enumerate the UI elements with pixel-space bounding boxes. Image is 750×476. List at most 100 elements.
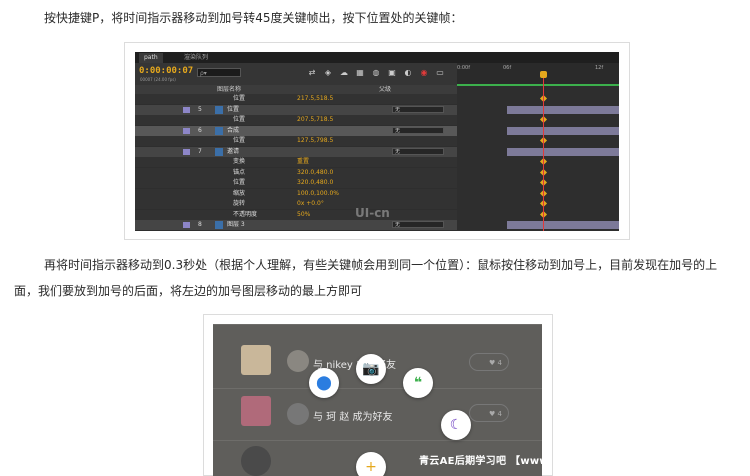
panel-tabs: path 渲染队列 <box>135 52 619 63</box>
property-value[interactable]: 0x +0.0° <box>297 199 324 209</box>
ruler-label-2: 12f <box>595 65 604 71</box>
property-row[interactable]: 缩放 100.0,100.0% <box>135 188 457 199</box>
property-value[interactable]: 100.0,100.0% <box>297 189 339 199</box>
like-count: 4 <box>497 410 502 418</box>
property-name[interactable]: 锚点 <box>233 168 245 178</box>
parent-select[interactable]: 无 <box>392 105 444 113</box>
shy-layers-icon[interactable]: ☁ <box>339 68 349 77</box>
time-indicator[interactable] <box>543 74 544 231</box>
graph-editor-icon[interactable]: ◐ <box>403 68 413 77</box>
timeline-track[interactable] <box>457 220 619 230</box>
property-name[interactable]: 缩放 <box>233 189 245 199</box>
property-row[interactable]: 不透明度 50% <box>135 209 457 220</box>
property-value[interactable]: 207.5,718.5 <box>297 115 333 125</box>
layer-thumbnail <box>215 147 223 156</box>
draft-3d-icon[interactable]: ◈ <box>323 68 333 77</box>
parent-header: 父级 <box>379 86 392 93</box>
plus-icon[interactable]: + <box>356 452 386 476</box>
timeline-track[interactable] <box>457 199 619 209</box>
property-name[interactable]: 位置 <box>233 178 245 188</box>
label-color-swatch[interactable] <box>183 222 190 228</box>
layer-name[interactable]: 邀请 <box>227 147 239 157</box>
frame-blending-icon[interactable]: ▦ <box>355 68 365 77</box>
render-icon[interactable]: ▭ <box>435 68 445 77</box>
layer-row[interactable]: 8 图层 3 无 <box>135 220 457 230</box>
search-input[interactable]: ρ▾ <box>197 68 241 77</box>
watermark-text: UI-cn <box>355 206 390 220</box>
property-value[interactable]: 217.5,518.5 <box>297 94 333 104</box>
property-name[interactable]: 变换 <box>233 157 245 167</box>
property-row[interactable]: 锚点 320.0,480.0 <box>135 167 457 178</box>
property-row[interactable]: 位置 320.0,480.0 <box>135 178 457 188</box>
moon-icon[interactable]: ☾ <box>441 410 471 440</box>
timeline-track[interactable] <box>457 115 619 125</box>
timeline-track[interactable] <box>457 157 619 167</box>
timeline-track[interactable] <box>457 105 619 115</box>
layer-row[interactable]: 7 邀请 无 <box>135 146 457 157</box>
small-avatar <box>287 350 309 372</box>
timeline-track[interactable] <box>457 210 619 220</box>
layer-duration-bar[interactable] <box>507 105 619 114</box>
time-indicator-handle[interactable] <box>540 71 547 78</box>
timeline-track[interactable] <box>457 168 619 178</box>
layer-name-header: 图层名称 <box>217 86 242 93</box>
layer-name[interactable]: 位置 <box>227 105 239 115</box>
camera-icon[interactable]: 📷 <box>356 354 386 384</box>
timecode[interactable]: 0:00:00:07 <box>139 66 193 76</box>
like-button[interactable]: ♥ 4 <box>469 404 509 422</box>
layer-duration-bar[interactable] <box>507 126 619 135</box>
timeline-track[interactable] <box>457 136 619 146</box>
motion-blur-icon[interactable]: ◍ <box>371 68 381 77</box>
layer-row[interactable]: 6 合成 无 <box>135 125 457 136</box>
quote-icon[interactable]: ❝ <box>403 368 433 398</box>
brainstorm-icon[interactable]: ▣ <box>387 68 397 77</box>
layer-name[interactable]: 合成 <box>227 126 239 136</box>
property-name[interactable]: 位置 <box>233 136 245 146</box>
ruler-label-0: 0:00f <box>457 65 470 71</box>
comp-mini-flowchart-icon[interactable]: ⇄ <box>307 68 317 77</box>
layer-name[interactable]: 图层 3 <box>227 220 245 230</box>
property-name[interactable]: 位置 <box>233 94 245 104</box>
property-row[interactable]: 位置 127.5,798.5 <box>135 136 457 146</box>
label-color-swatch[interactable] <box>183 127 190 134</box>
layer-duration-bar[interactable] <box>507 221 619 229</box>
property-row[interactable]: 位置 217.5,518.5 <box>135 94 457 104</box>
row-divider <box>213 388 542 389</box>
friend-text-2: 与 珂 赵 成为好友 <box>313 412 393 423</box>
timeline-track[interactable] <box>457 94 619 104</box>
stopwatch-icon[interactable]: ◉ <box>419 68 429 77</box>
property-row[interactable]: 旋转 0x +0.0° <box>135 199 457 209</box>
layer-row[interactable]: 5 位置 无 <box>135 104 457 115</box>
property-value[interactable]: 重置 <box>297 157 309 167</box>
avatar <box>241 345 271 375</box>
timeline-track[interactable] <box>457 189 619 199</box>
property-name[interactable]: 位置 <box>233 115 245 125</box>
parent-select[interactable]: 无 <box>392 147 444 155</box>
layer-thumbnail <box>215 221 223 229</box>
property-value[interactable]: 320.0,480.0 <box>297 168 333 178</box>
row-divider <box>213 440 542 441</box>
property-value[interactable]: 50% <box>297 210 310 220</box>
like-button[interactable]: ♥ 4 <box>469 353 509 371</box>
time-ruler[interactable]: 0:00f 06f 12f <box>457 63 619 85</box>
property-row[interactable]: 位置 207.5,718.5 <box>135 115 457 125</box>
property-value[interactable]: 320.0,480.0 <box>297 178 333 188</box>
label-color-swatch[interactable] <box>183 106 190 113</box>
parent-select[interactable]: 无 <box>392 126 444 134</box>
property-row[interactable]: 变换 重置 <box>135 157 457 167</box>
label-color-swatch[interactable] <box>183 148 190 155</box>
layer-duration-bar[interactable] <box>507 147 619 156</box>
timeline-track[interactable] <box>457 178 619 188</box>
work-area-bar[interactable] <box>457 84 619 86</box>
layer-number: 5 <box>198 105 202 113</box>
property-name[interactable]: 旋转 <box>233 199 245 209</box>
tab-render-queue[interactable]: 渲染队列 <box>179 53 213 63</box>
timeline-track[interactable] <box>457 147 619 157</box>
property-value[interactable]: 127.5,798.5 <box>297 136 333 146</box>
watermark-text: 青云AE后期学习吧 【www.lineeg.com/tieba/1778】 <box>419 456 542 467</box>
parent-select[interactable]: 无 <box>392 221 444 228</box>
location-icon[interactable]: ⬤ <box>309 368 339 398</box>
timeline-track[interactable] <box>457 126 619 136</box>
property-name[interactable]: 不透明度 <box>233 210 257 220</box>
tab-path[interactable]: path <box>139 53 163 63</box>
